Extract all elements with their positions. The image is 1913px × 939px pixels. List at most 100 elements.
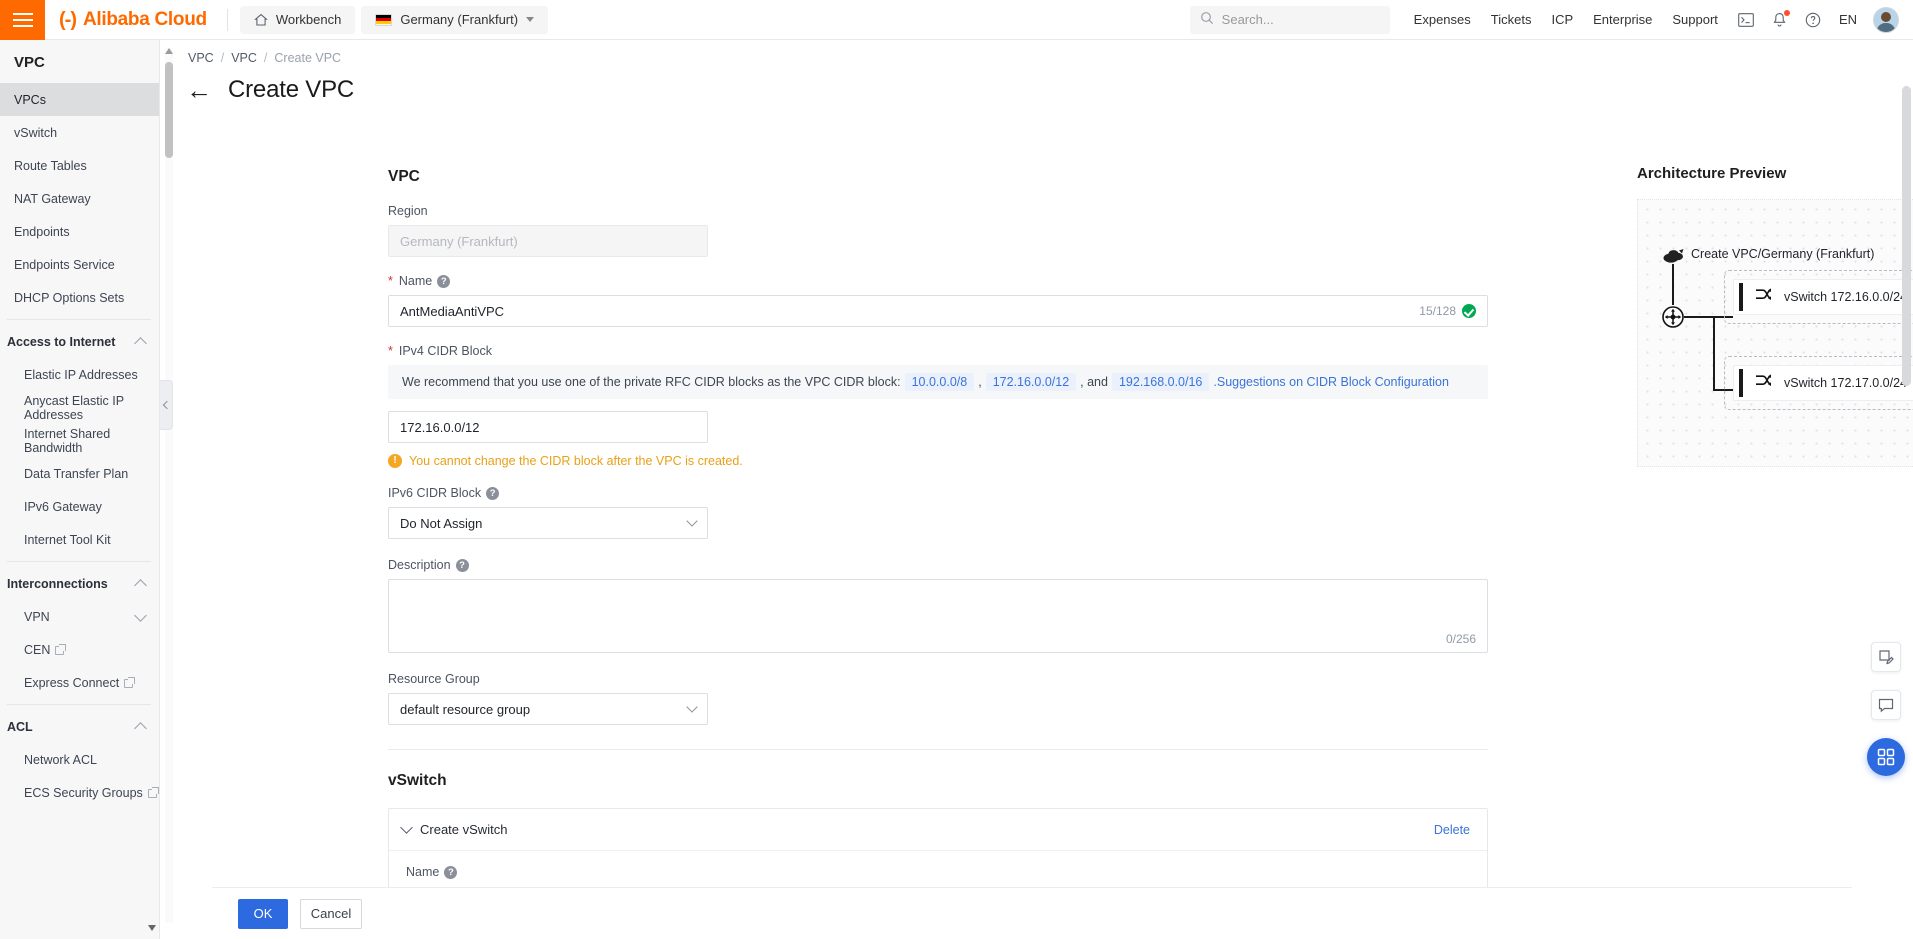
sidebar-item-endpoints[interactable]: Endpoints bbox=[0, 215, 159, 248]
chat-icon[interactable] bbox=[1871, 690, 1901, 720]
name-input[interactable]: AntMediaAntiVPC 15/128 bbox=[388, 295, 1488, 327]
vswitch-card-header: Create vSwitch Delete bbox=[389, 809, 1487, 851]
chevron-up-icon bbox=[134, 721, 147, 735]
help-icon[interactable]: ? bbox=[455, 558, 469, 572]
sidebar-item-internet-tool-kit[interactable]: Internet Tool Kit bbox=[0, 523, 159, 556]
floating-apps-button[interactable] bbox=[1867, 738, 1905, 776]
help-icon[interactable]: ? bbox=[444, 865, 458, 879]
back-arrow-icon[interactable]: ← bbox=[186, 77, 212, 103]
page-scrollbar-thumb[interactable] bbox=[1902, 86, 1911, 386]
chevron-down-icon bbox=[686, 515, 698, 527]
sidebar-item-label: Express Connect bbox=[24, 675, 120, 690]
label-description: Description ? bbox=[388, 558, 1488, 572]
region-selector[interactable]: Germany (Frankfurt) bbox=[361, 5, 549, 34]
sidebar-item-route-tables[interactable]: Route Tables bbox=[0, 149, 159, 182]
ipv4-cidr-input[interactable]: 172.16.0.0/12 bbox=[388, 411, 708, 443]
nav-link-enterprise[interactable]: Enterprise bbox=[1593, 12, 1652, 27]
sidebar-group-acl[interactable]: ACL bbox=[0, 710, 159, 743]
sidebar-title: VPC bbox=[14, 54, 45, 71]
page-scrollbar[interactable] bbox=[1902, 86, 1911, 926]
help-icon[interactable]: ? bbox=[437, 274, 451, 288]
sidebar-item-vswitch[interactable]: vSwitch bbox=[0, 116, 159, 149]
sidebar-item-internet-shared-bandwidth[interactable]: Internet Shared Bandwidth bbox=[0, 424, 159, 457]
chevron-down-icon bbox=[134, 608, 147, 622]
resource-group-select[interactable]: default resource group bbox=[388, 693, 708, 725]
brand-logo[interactable]: (-) Alibaba Cloud bbox=[45, 10, 221, 30]
floating-chat-button[interactable] bbox=[1871, 690, 1901, 720]
floating-feedback-button[interactable] bbox=[1871, 642, 1901, 672]
sidebar-item-label: Elastic IP Addresses bbox=[24, 367, 138, 382]
cidr-recommendation-banner: We recommend that you use one of the pri… bbox=[388, 365, 1488, 399]
sidebar-item-cen[interactable]: CEN bbox=[0, 633, 159, 666]
feedback-icon[interactable] bbox=[1871, 642, 1901, 672]
search-icon bbox=[1200, 11, 1214, 28]
breadcrumb-link-vpc-root[interactable]: VPC bbox=[188, 51, 214, 65]
vswitch-accent-bar bbox=[1739, 283, 1743, 311]
scrollbar-thumb[interactable] bbox=[165, 62, 173, 158]
scroll-up-arrow[interactable] bbox=[165, 48, 173, 54]
sidebar-item-elastic-ip-addresses[interactable]: Elastic IP Addresses bbox=[0, 358, 159, 391]
help-icon[interactable] bbox=[1805, 12, 1821, 28]
field-region: Region Germany (Frankfurt) bbox=[388, 204, 1488, 257]
sidebar-item-data-transfer-plan[interactable]: Data Transfer Plan bbox=[0, 457, 159, 490]
sidebar-item-dhcp-options-sets[interactable]: DHCP Options Sets bbox=[0, 281, 159, 314]
connector-line-trunk bbox=[1713, 316, 1715, 390]
workbench-button[interactable]: Workbench bbox=[239, 5, 356, 34]
cidr-chip-192[interactable]: 192.168.0.0/16 bbox=[1111, 373, 1210, 391]
sidebar-group-label: Interconnections bbox=[7, 576, 108, 591]
apps-icon[interactable] bbox=[1867, 738, 1905, 776]
top-navigation-bar: (-) Alibaba Cloud Workbench Germany (Fra… bbox=[0, 0, 1913, 40]
nav-link-support[interactable]: Support bbox=[1672, 12, 1718, 27]
check-circle-icon bbox=[1462, 304, 1476, 318]
sidebar-item-ipv6-gateway[interactable]: IPv6 Gateway bbox=[0, 490, 159, 523]
bell-icon[interactable] bbox=[1772, 9, 1790, 28]
region-input: Germany (Frankfurt) bbox=[388, 225, 708, 257]
sidebar-item-anycast-elastic-ip-addresses[interactable]: Anycast Elastic IP Addresses bbox=[0, 391, 159, 424]
sidebar-item-vpcs[interactable]: VPCs bbox=[0, 83, 159, 116]
language-selector[interactable]: EN bbox=[1839, 12, 1857, 27]
sidebar-item-vpn[interactable]: VPN bbox=[0, 600, 159, 633]
content-scrollbar[interactable] bbox=[165, 48, 173, 923]
sidebar: VPC VPCs vSwitch Route Tables NAT Gatewa… bbox=[0, 40, 160, 939]
vswitch-icon bbox=[1754, 286, 1773, 308]
sidebar-collapse-handle[interactable] bbox=[160, 380, 173, 430]
ipv6-cidr-select[interactable]: Do Not Assign bbox=[388, 507, 708, 539]
nav-link-icp[interactable]: ICP bbox=[1551, 12, 1573, 27]
help-icon[interactable]: ? bbox=[486, 486, 500, 500]
chevron-down-icon bbox=[686, 701, 698, 713]
delete-vswitch-link[interactable]: Delete bbox=[1434, 823, 1470, 837]
breadcrumb-link-vpc[interactable]: VPC bbox=[231, 51, 257, 65]
breadcrumb-separator: / bbox=[220, 51, 225, 65]
terminal-icon[interactable] bbox=[1738, 12, 1754, 27]
sidebar-item-endpoints-service[interactable]: Endpoints Service bbox=[0, 248, 159, 281]
germany-flag-icon bbox=[375, 13, 393, 26]
sidebar-item-ecs-security-groups[interactable]: ECS Security Groups bbox=[0, 776, 159, 809]
label-vswitch-name: Name ? bbox=[406, 865, 1470, 879]
avatar[interactable] bbox=[1873, 6, 1899, 33]
vswitch-card-toggle[interactable]: Create vSwitch bbox=[400, 821, 507, 837]
cidr-chip-172[interactable]: 172.16.0.0/12 bbox=[985, 373, 1077, 391]
description-textarea[interactable]: 0/256 bbox=[388, 579, 1488, 653]
nav-link-expenses[interactable]: Expenses bbox=[1414, 12, 1471, 27]
vswitch-icon bbox=[1754, 372, 1773, 394]
sidebar-item-label: Internet Tool Kit bbox=[24, 532, 111, 547]
nav-link-tickets[interactable]: Tickets bbox=[1491, 12, 1532, 27]
sidebar-item-express-connect[interactable]: Express Connect bbox=[0, 666, 159, 699]
architecture-diagram: Create VPC/Germany (Frankfurt) vSwitch 1… bbox=[1637, 199, 1913, 467]
cidr-chip-10[interactable]: 10.0.0.0/8 bbox=[904, 373, 975, 391]
sidebar-item-network-acl[interactable]: Network ACL bbox=[0, 743, 159, 776]
cancel-button[interactable]: Cancel bbox=[300, 898, 362, 929]
menu-toggle-button[interactable] bbox=[0, 0, 45, 40]
description-char-counter: 0/256 bbox=[1445, 632, 1476, 646]
search-input[interactable]: Search... bbox=[1189, 5, 1390, 34]
required-marker: * bbox=[388, 274, 393, 288]
sidebar-group-interconnections[interactable]: Interconnections bbox=[0, 567, 159, 600]
ok-button[interactable]: OK bbox=[238, 898, 288, 929]
sidebar-item-label: Anycast Elastic IP Addresses bbox=[24, 393, 124, 422]
sidebar-group-access-to-internet[interactable]: Access to Internet bbox=[0, 325, 159, 358]
sidebar-item-nat-gateway[interactable]: NAT Gateway bbox=[0, 182, 159, 215]
section-title-vswitch: vSwitch bbox=[388, 772, 447, 789]
cidr-suggestions-link[interactable]: .Suggestions on CIDR Block Configuration bbox=[1213, 375, 1449, 389]
sidebar-scroll-down-arrow[interactable] bbox=[148, 925, 156, 931]
breadcrumb-separator: / bbox=[263, 51, 268, 65]
